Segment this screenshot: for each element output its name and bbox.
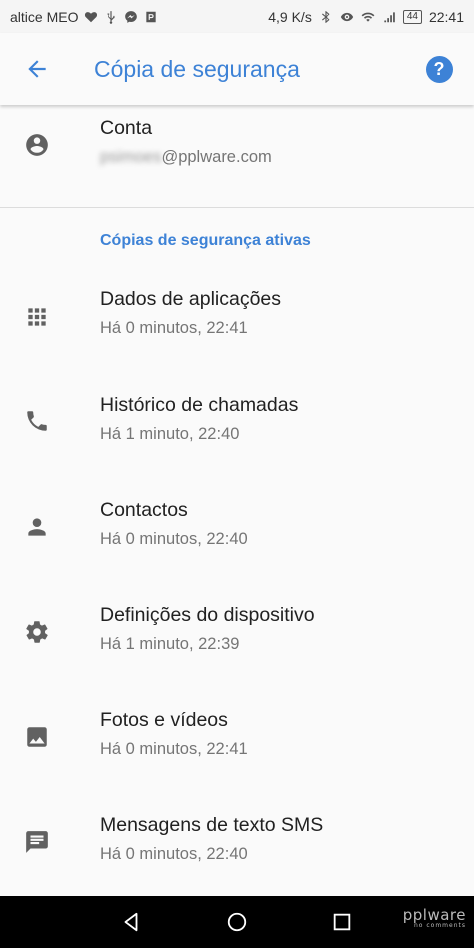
account-email-domain: @pplware.com (161, 148, 272, 166)
nav-home-button[interactable] (207, 896, 267, 948)
clock: 22:41 (428, 8, 464, 25)
account-title: Conta (100, 117, 153, 139)
messenger-icon (124, 10, 138, 24)
message-icon (23, 828, 51, 856)
item-subtitle: Há 0 minutos, 22:40 (100, 845, 248, 863)
item-title: Definições do dispositivo (100, 604, 315, 626)
item-subtitle: Há 1 minuto, 22:40 (100, 425, 240, 443)
back-button[interactable] (0, 33, 74, 105)
signal-icon (382, 10, 396, 24)
square-recents-icon (333, 913, 351, 931)
battery-indicator: 44 (402, 9, 422, 24)
item-subtitle: Há 0 minutos, 22:40 (100, 530, 248, 548)
account-email: psimoes@pplware.com (100, 148, 272, 167)
list-item-contacts[interactable]: Contactos Há 0 minutos, 22:40 (0, 483, 474, 587)
watermark-logo: pplware no comments (403, 906, 466, 929)
phone-icon (23, 407, 51, 435)
help-button[interactable]: ? (404, 33, 474, 105)
triangle-back-icon (124, 912, 138, 932)
image-icon (23, 723, 51, 751)
apps-grid-icon (23, 303, 51, 331)
gear-icon (23, 618, 51, 646)
eye-icon (340, 10, 354, 24)
account-email-user: psimoes (100, 148, 162, 166)
page-title: Cópia de segurança (94, 55, 300, 82)
item-subtitle: Há 0 minutos, 22:41 (100, 740, 248, 758)
list-item-photos-videos[interactable]: Fotos e vídeos Há 0 minutos, 22:41 (0, 693, 474, 797)
circle-home-icon (227, 912, 247, 932)
item-subtitle: Há 1 minuto, 22:39 (100, 635, 240, 653)
list-item-app-data[interactable]: Dados de aplicações Há 0 minutos, 22:41 (0, 272, 474, 376)
app-bar: Cópia de segurança ? (0, 33, 474, 105)
item-title: Contactos (100, 499, 188, 521)
status-bar: altice MEO 4,9 K/s 44 22:41 (0, 0, 474, 33)
help-icon: ? (425, 55, 453, 83)
section-header: Cópias de segurança ativas (100, 232, 311, 249)
item-title: Fotos e vídeos (100, 709, 228, 731)
list-item-device-settings[interactable]: Definições do dispositivo Há 1 minuto, 2… (0, 588, 474, 692)
item-subtitle: Há 0 minutos, 22:41 (100, 319, 248, 337)
network-speed: 4,9 K/s (268, 8, 312, 25)
list-item-sms[interactable]: Mensagens de texto SMS Há 0 minutos, 22:… (0, 798, 474, 894)
wifi-icon (361, 10, 375, 24)
divider (0, 207, 474, 208)
app-notification-icon (144, 10, 158, 24)
heart-monitor-icon (84, 10, 98, 24)
nav-recents-button[interactable] (312, 896, 372, 948)
nav-back-button[interactable] (101, 896, 161, 948)
person-icon (23, 513, 51, 541)
list-item-call-history[interactable]: Histórico de chamadas Há 1 minuto, 22:40 (0, 378, 474, 482)
arrow-back-icon (28, 60, 46, 78)
bluetooth-icon (319, 10, 333, 24)
item-title: Dados de aplicações (100, 288, 282, 310)
account-circle-icon (23, 131, 51, 159)
usb-icon (104, 10, 118, 24)
carrier-label: altice MEO (10, 8, 79, 25)
item-title: Histórico de chamadas (100, 394, 299, 416)
item-title: Mensagens de texto SMS (100, 814, 324, 836)
account-row[interactable]: Conta psimoes@pplware.com (0, 105, 474, 207)
